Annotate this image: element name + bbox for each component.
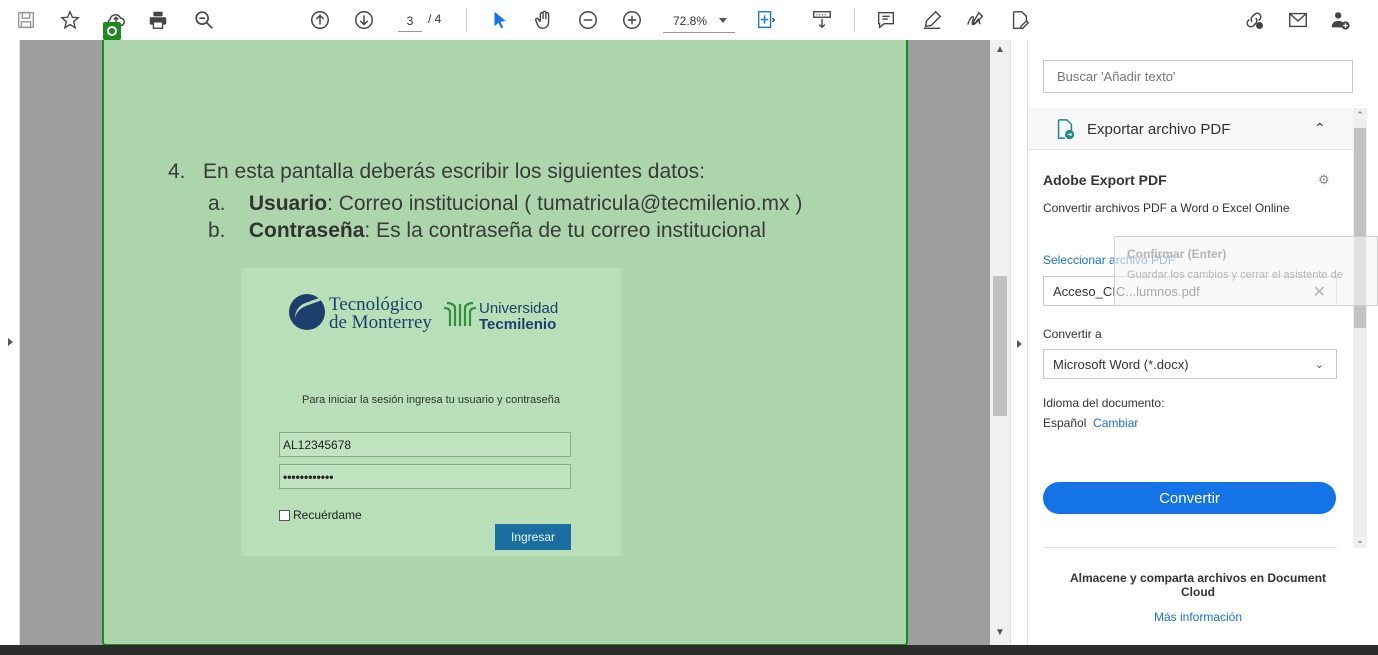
document-cloud-promo: Almacene y comparta archivos en Document…	[1069, 571, 1327, 599]
item-a-label: Usuario	[248, 192, 328, 215]
document-language-row: Español Cambiar	[1043, 416, 1138, 430]
tooltip-description: Guardar los cambios y cerrar el asistent…	[1127, 269, 1343, 281]
tecmilenio-logo-line1: Universidad	[479, 300, 559, 317]
remember-label: Recuérdame	[293, 508, 362, 522]
save-icon[interactable]	[12, 6, 40, 34]
chevron-down-icon	[719, 18, 727, 23]
toolbar-divider	[466, 8, 467, 32]
toolbar-divider	[854, 8, 855, 32]
fill-sign-icon[interactable]	[1006, 6, 1034, 34]
select-cursor-icon[interactable]	[486, 6, 514, 34]
left-panel-toggle[interactable]	[0, 40, 20, 645]
document-language-label: Idioma del documento:	[1043, 396, 1165, 410]
export-pdf-header[interactable]: Exportar archivo PDF ⌃	[1028, 108, 1353, 150]
document-language-value: Español	[1043, 416, 1087, 430]
login-submit-button: Ingresar	[495, 524, 571, 550]
more-info-link[interactable]: Más información	[1053, 610, 1343, 624]
chevron-right-icon	[1017, 340, 1022, 348]
adobe-export-title: Adobe Export PDF	[1043, 172, 1167, 188]
tecmilenio-leaf-icon	[443, 301, 477, 326]
convert-format-select[interactable]: Microsoft Word (*.docx) ⌄	[1043, 349, 1337, 379]
chevron-down-icon: ⌄	[1314, 359, 1324, 371]
page-target-icon	[103, 22, 121, 40]
tools-pane-scrollbar[interactable]: ⌃ ⌄	[1353, 108, 1367, 548]
scroll-mode-icon[interactable]	[808, 6, 836, 34]
page-number-input[interactable]	[398, 10, 422, 32]
pdf-page[interactable]: 4. En esta pantalla deberás escribir los…	[102, 40, 908, 646]
print-icon[interactable]	[144, 6, 172, 34]
export-pdf-icon	[1057, 119, 1075, 140]
taskbar	[0, 645, 1378, 655]
fit-page-icon[interactable]	[752, 6, 780, 34]
item-b-line: b. Contraseña: Es la contraseña de tu co…	[208, 219, 766, 243]
scrollbar-thumb[interactable]	[993, 276, 1007, 416]
tecmilenio-logo: Universidad Tecmilenio	[443, 296, 573, 336]
sign-icon[interactable]	[962, 6, 990, 34]
page-down-icon[interactable]	[350, 6, 378, 34]
password-field: ••••••••••••	[279, 464, 571, 489]
tecmilenio-logo-line2: Tecmilenio	[479, 316, 557, 333]
document-viewport[interactable]: 4. En esta pantalla deberás escribir los…	[20, 40, 990, 646]
comment-icon[interactable]	[872, 6, 900, 34]
tooltip-title: Confirmar (Enter)	[1127, 247, 1227, 261]
divider	[1043, 547, 1337, 548]
adobe-export-description: Convertir archivos PDF a Word o Excel On…	[1043, 201, 1290, 215]
step-4-line: 4. En esta pantalla deberás escribir los…	[168, 160, 705, 184]
tec-logo-line2: de Monterrey	[329, 312, 432, 333]
step-text: En esta pantalla deberás escribir los si…	[203, 160, 705, 183]
tec-monterrey-logo: Tecnológico de Monterrey	[289, 294, 439, 334]
item-a-line: a. Usuario: Correo institucional ( tumat…	[208, 192, 802, 216]
confirm-tooltip: Confirmar (Enter) Guardar los cambios y …	[1114, 236, 1378, 306]
scroll-up-icon[interactable]: ⌃	[1353, 110, 1367, 121]
bookmark-star-icon[interactable]	[56, 6, 84, 34]
item-b-letter: b.	[208, 219, 226, 242]
main-toolbar: / 4 72.8%	[0, 0, 1378, 40]
zoom-level-value: 72.8%	[673, 13, 708, 28]
username-field: AL12345678	[279, 432, 571, 457]
tools-pane: Buscar 'Añadir texto' Exportar archivo P…	[1028, 40, 1378, 645]
scroll-up-icon[interactable]: ▲	[990, 44, 1010, 60]
chevron-up-icon[interactable]: ⌃	[1314, 120, 1326, 137]
highlight-icon[interactable]	[918, 6, 946, 34]
export-pdf-title: Exportar archivo PDF	[1087, 121, 1231, 138]
zoom-search-icon[interactable]	[190, 6, 218, 34]
login-screenshot: Tecnológico de Monterrey Universidad Tec…	[241, 268, 621, 556]
scroll-down-icon[interactable]: ⌄	[1353, 535, 1367, 546]
item-a-letter: a.	[208, 192, 226, 215]
add-user-icon[interactable]	[1326, 6, 1354, 34]
scroll-down-icon[interactable]: ▼	[990, 627, 1010, 643]
hand-icon[interactable]	[530, 6, 558, 34]
email-icon[interactable]	[1284, 6, 1312, 34]
zoom-level-dropdown[interactable]: 72.8%	[663, 9, 735, 33]
item-b-label: Contraseña	[248, 219, 365, 242]
tec-emblem-icon	[289, 294, 325, 330]
page-total-label: / 4	[428, 12, 442, 26]
tools-search-input[interactable]: Buscar 'Añadir texto'	[1043, 60, 1353, 93]
right-panel-toggle[interactable]	[1010, 40, 1028, 645]
remember-me: Recuérdame	[279, 508, 362, 522]
share-link-icon[interactable]	[1240, 6, 1268, 34]
login-instruction: Para iniciar la sesión ingresa tu usuari…	[301, 394, 561, 406]
info-icon[interactable]: ⚙	[1318, 172, 1330, 188]
item-b-text: : Es la contraseña de tu correo instituc…	[364, 219, 766, 242]
item-a-text: : Correo institucional ( tumatricula@tec…	[327, 192, 803, 215]
zoom-in-icon[interactable]	[618, 6, 646, 34]
convert-to-label: Convertir a	[1043, 327, 1102, 341]
change-language-link[interactable]: Cambiar	[1093, 416, 1138, 430]
convert-button[interactable]: Convertir	[1043, 482, 1336, 514]
convert-format-value: Microsoft Word (*.docx)	[1053, 356, 1189, 372]
page-up-icon[interactable]	[306, 6, 334, 34]
checkbox-icon	[279, 509, 290, 521]
document-scrollbar[interactable]: ▲ ▼	[990, 40, 1010, 645]
step-number: 4.	[168, 160, 186, 183]
zoom-out-icon[interactable]	[574, 6, 602, 34]
chevron-right-icon	[8, 338, 13, 346]
